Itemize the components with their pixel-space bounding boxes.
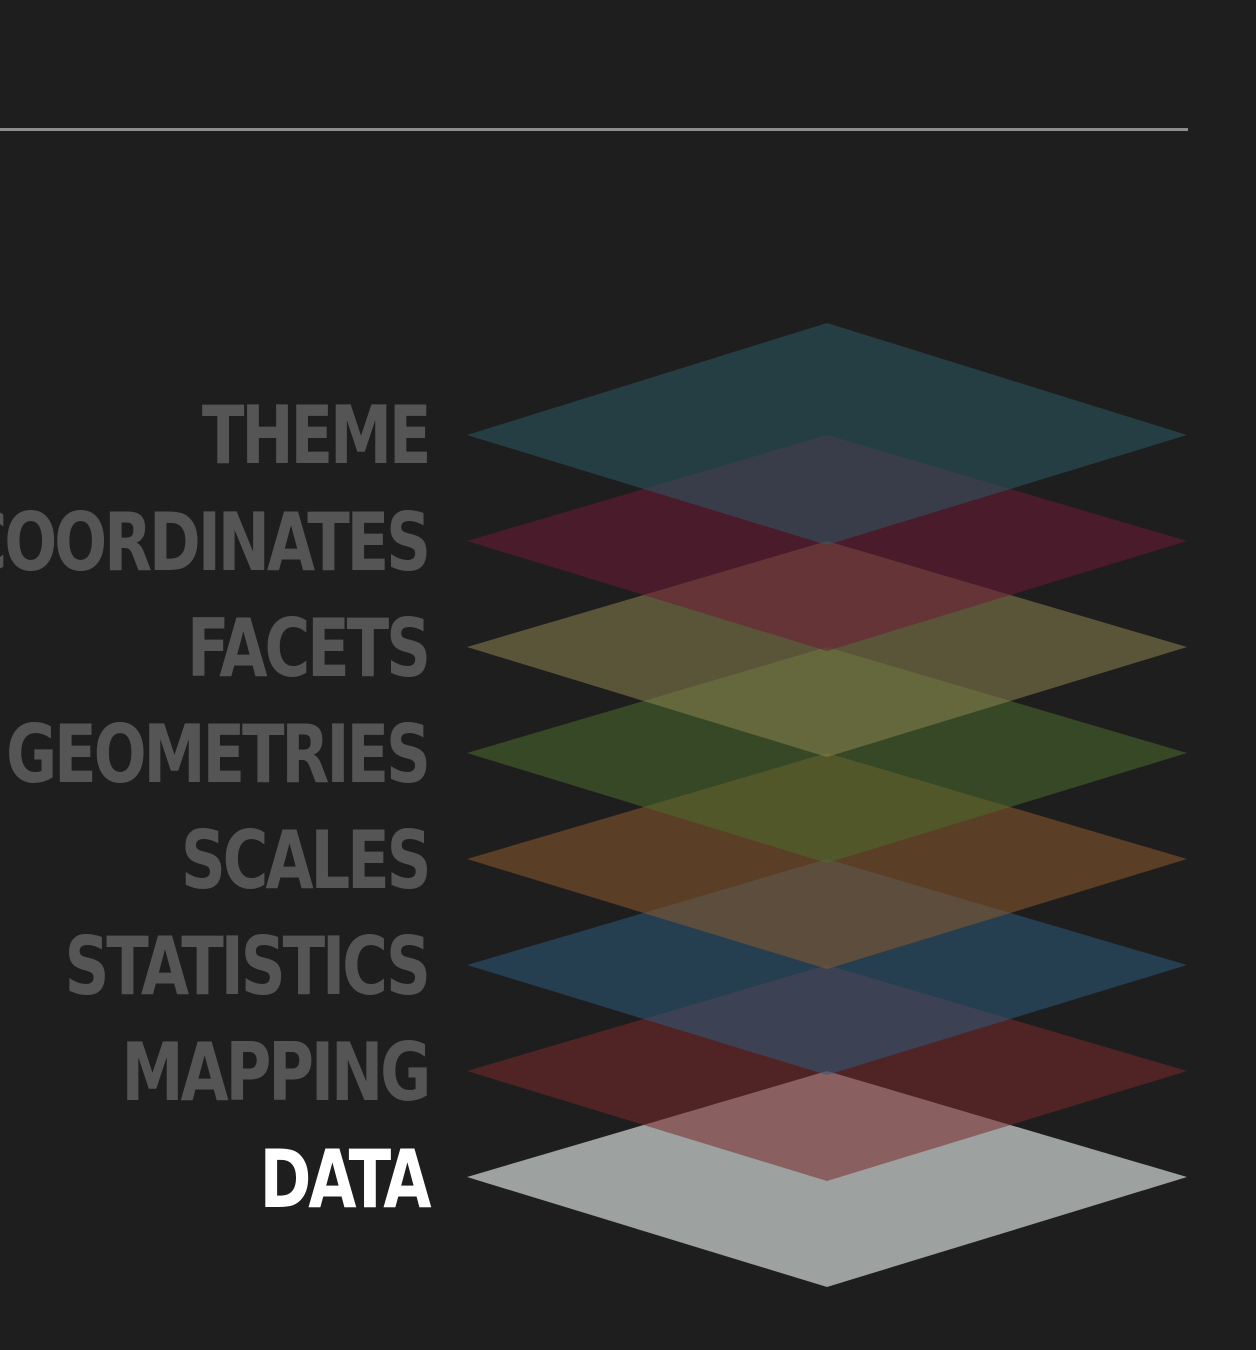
layer-diagram: THEME COORDINATES FACETS GEOMETRIES SCAL… [0,0,1256,1350]
layer-planes [467,323,1187,1287]
